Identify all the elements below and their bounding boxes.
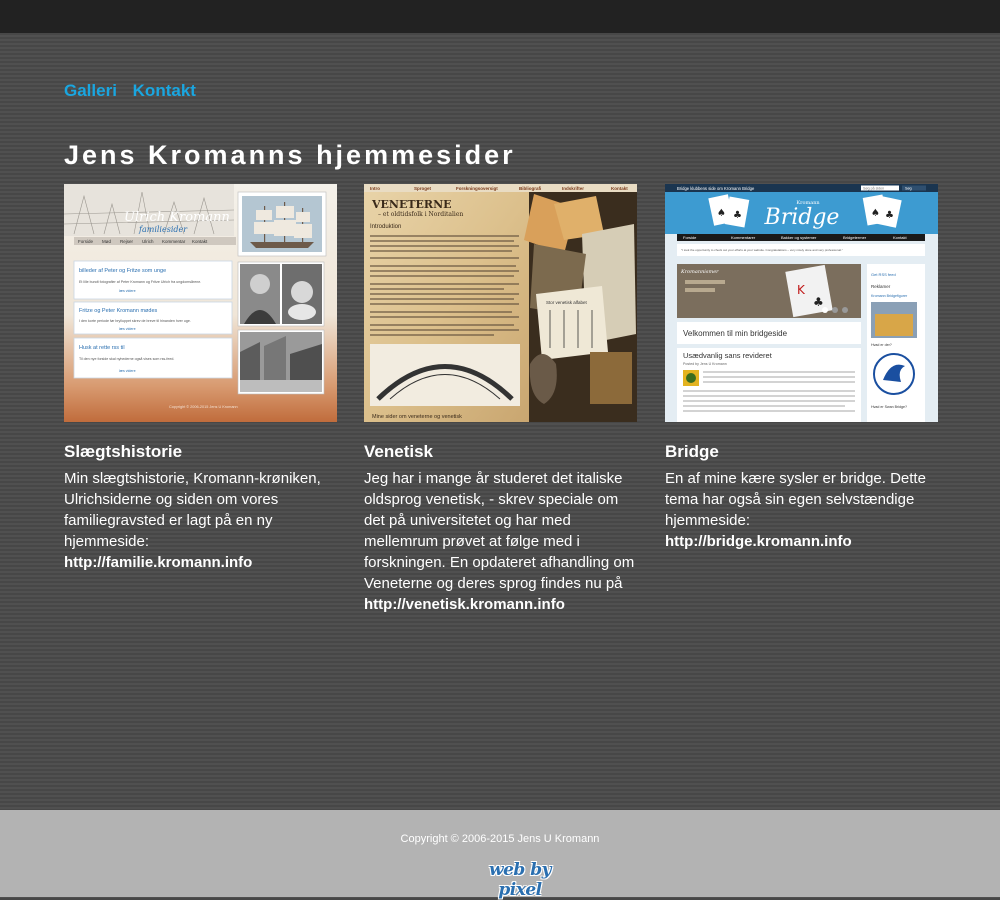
thumb3-sidebar-4: Hvad er der? [871,343,892,347]
thumb2-section: Introduktion [370,224,401,230]
thumb2-menu-3: Forskningsoversigt [456,186,498,191]
main-nav: Galleri Kontakt [64,81,207,101]
thumb3-menu-4: Bridgetermer [843,235,867,240]
thumb1-menu-1: Forside [78,239,94,244]
web-by-pixel-logo[interactable]: web by pixel [470,860,570,900]
thumb3-post-title: Usædvanlig sans revideret [683,351,773,360]
thumb3-sidebar-5: Hvad er Swan Bridge? [871,405,907,409]
thumb3-menu-3: Bakker og systemer [781,235,817,240]
thumb3-logo: Bridge [764,205,840,230]
card-link[interactable]: http://venetisk.kromann.info [364,596,565,613]
thumb1-box3-title: Husk at rette rss til [79,345,125,351]
thumb2-menu-2: Sproget [414,186,432,191]
card-link[interactable]: http://familie.kromann.info [64,554,252,571]
thumb1-tag: familiesider [138,225,188,234]
card-title: Slægtshistorie [64,442,183,461]
card-link[interactable]: http://bridge.kromann.info [665,533,852,550]
thumbnail-bridge[interactable]: Bridge klubbens side om Kromann Bridge S… [665,184,938,422]
copyright-text: Copyright © 2006-2015 Jens U Kromann [400,833,600,845]
svg-text:♠: ♠ [717,208,726,219]
footer: Copyright © 2006-2015 Jens U Kromann web… [0,810,1000,900]
top-bar [0,0,1000,33]
thumb2-subheading: – et oldtidsfolk i Norditalien [378,211,463,218]
thumb1-menu-3: Rejser [120,239,134,244]
svg-text:♣: ♣ [733,210,742,221]
thumb3-welcome: Velkommen til min bridgeside [683,329,788,338]
thumb3-top-bar: Bridge klubbens side om Kromann Bridge [677,186,755,191]
svg-text:K: K [797,283,806,297]
web-by-pixel-logo-text: web by pixel [488,860,552,900]
thumb1-menu-4: Ulrich [142,239,154,244]
thumb2-menu-4: Bibliografi [519,186,541,191]
thumb1-box1-body: Et lille bundt fotografier af Peter Krom… [79,280,201,284]
thumb1-menu-5: Kommentar [162,239,186,244]
svg-text:♠: ♠ [871,208,880,219]
thumb1-box2-title: Fritze og Peter Kromann mødes [79,308,158,314]
thumb3-slider-title: Kromannismer [680,269,719,275]
thumb3-sidebar-2: Reklamer [871,284,891,289]
thumb2-heading: VENETERNE [371,198,452,211]
card-slaegtshistorie: Ulrich Kromann familiesider Forside Mød … [64,184,337,573]
thumbnail-familie[interactable]: Ulrich Kromann familiesider Forside Mød … [64,184,337,422]
thumb1-box3-more: læs videre [119,369,136,373]
thumb2-menu-6: Kontakt [611,186,628,191]
thumbnail-venetisk[interactable]: Intro Sproget Forskningsoversigt Bibliog… [364,184,637,422]
thumb1-menu-2: Mød [102,239,111,244]
thumb3-quote: "I took the opportunity to check out you… [681,248,843,252]
thumb1-menu-6: Kontakt [192,239,208,244]
thumb3-post-meta: Posted by Jens U Kromann [683,362,727,366]
card-text: Min slægtshistorie, Kromann-krøniken, Ul… [64,468,337,573]
thumb1-box1-more: læs videre [119,289,136,293]
thumb3-menu-5: Kontakt [893,235,907,240]
thumb1-footer: Copyright © 2006-2015 Jens U Kromann [169,405,238,409]
card-text-body: Jeg har i mange år studeret det italiske… [364,470,635,592]
thumb1-box1-title: billeder af Peter og Fritze som unge [79,268,166,274]
page-title: Jens Kromanns hjemmesider [64,140,516,170]
card-text: Jeg har i mange år studeret det italiske… [364,468,637,615]
nav-galleri-link[interactable]: Galleri [64,81,117,100]
thumb3-sidebar-3: Kromann Bridgefigurer [871,294,908,298]
thumb3-sidebar-1: Get RSS feed [871,272,896,277]
thumb1-site-name: Ulrich Kromann [124,210,230,225]
thumb2-menu-5: Indskrifter [562,186,584,191]
card-text: En af mine kære sysler er bridge. Dette … [665,468,938,552]
thumb1-box2-body: I den korte periode før brylluppet skrev… [79,319,191,323]
card-venetisk: Intro Sproget Forskningsoversigt Bibliog… [364,184,637,615]
thumb2-menu-1: Intro [370,186,380,191]
card-text-body: Min slægtshistorie, Kromann-krøniken, Ul… [64,470,321,550]
card-text-body: En af mine kære sysler er bridge. Dette … [665,470,926,529]
thumb3-search-btn: Søg [905,187,912,191]
svg-text:♣: ♣ [813,295,824,309]
thumb3-menu-2: Kommentarer [731,235,756,240]
card-title: Venetisk [364,442,433,461]
card-title: Bridge [665,442,719,461]
thumb1-box2-more: læs videre [119,327,136,331]
card-bridge: Bridge klubbens side om Kromann Bridge S… [665,184,938,552]
thumb2-caption: Stor venetisk alfabet [546,300,588,305]
thumb3-menu-1: Forside [683,235,697,240]
nav-kontakt-link[interactable]: Kontakt [133,81,196,100]
thumb1-box3-body: Til den nye forside skal nyhederne også … [79,357,174,361]
svg-text:♣: ♣ [885,210,894,221]
thumb3-search: Søg på siden [863,187,884,191]
thumb2-bottom: Mine sider om veneterne og venetisk [372,414,462,420]
